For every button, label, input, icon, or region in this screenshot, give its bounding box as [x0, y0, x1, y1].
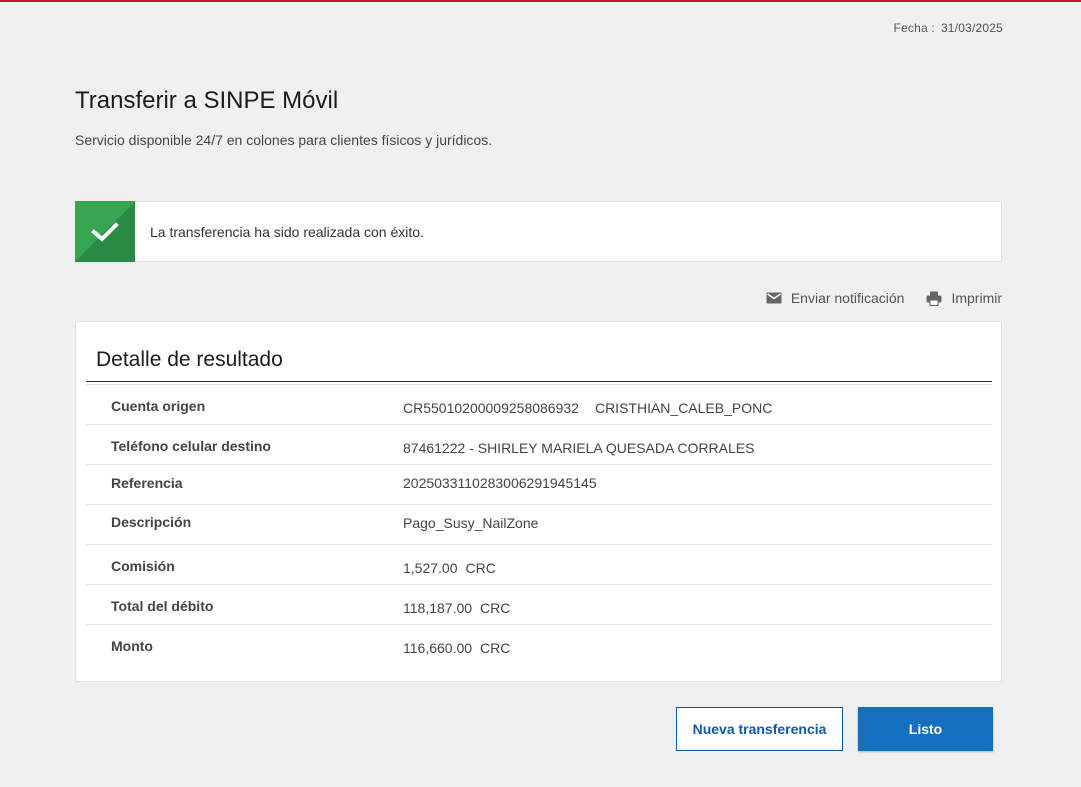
printer-icon [926, 291, 942, 306]
detail-row-total-debit: Total del débito 118,187.00 CRC [86, 585, 992, 625]
detail-divider [86, 381, 992, 382]
top-accent-bar [0, 0, 1081, 2]
row-value: 116,660.00 CRC [403, 640, 510, 656]
send-notification-button[interactable]: Enviar notificación [766, 290, 905, 306]
detail-row-reference: Referencia 2025033110283006291945145 [86, 465, 992, 505]
new-transfer-button[interactable]: Nueva transferencia [676, 707, 843, 751]
detail-row-commission: Comisión 1,527.00 CRC [86, 545, 992, 585]
mail-icon [766, 292, 782, 304]
account-holder: CRISTHIAN_CALEB_PONC [594, 400, 773, 416]
detail-title: Detalle de resultado [96, 348, 283, 371]
date-display: Fecha : 31/03/2025 [894, 21, 1003, 35]
row-value: CR55010200009258086932 CRISTHIAN_CALEB_PO… [403, 400, 772, 416]
result-detail-card: Detalle de resultado Cuenta origen CR550… [75, 321, 1002, 682]
amount-value: 1,527.00 [403, 560, 458, 576]
row-label: Monto [111, 638, 153, 654]
print-button[interactable]: Imprimir [926, 290, 1002, 306]
success-message: La transferencia ha sido realizada con é… [150, 223, 424, 240]
currency-code: CRC [465, 560, 496, 576]
row-label: Total del débito [111, 598, 214, 614]
row-label: Teléfono celular destino [111, 438, 271, 454]
detail-table: Cuenta origen CR55010200009258086932 CRIS… [86, 385, 992, 665]
page-title: Transferir a SINPE Móvil [75, 87, 339, 114]
row-label: Cuenta origen [111, 398, 206, 414]
row-value: 1,527.00 CRC [403, 560, 496, 576]
detail-row-amount: Monto 116,660.00 CRC [86, 625, 992, 665]
checkmark-icon [91, 221, 119, 242]
date-value: 31/03/2025 [940, 21, 1003, 35]
row-value: 2025033110283006291945145 [403, 475, 597, 491]
result-actions: Enviar notificación Imprimir [766, 290, 1002, 306]
success-banner: La transferencia ha sido realizada con é… [75, 201, 1002, 262]
account-number: CR55010200009258086932 [403, 400, 579, 416]
currency-code: CRC [480, 640, 511, 656]
detail-row-description: Descripción Pago_Susy_NailZone [86, 505, 992, 545]
print-label: Imprimir [951, 290, 1002, 306]
success-indicator [75, 201, 135, 262]
currency-code: CRC [480, 600, 511, 616]
detail-row-destination-phone: Teléfono celular destino 87461222 - SHIR… [86, 425, 992, 465]
row-label: Referencia [111, 475, 183, 491]
row-value: 118,187.00 CRC [403, 600, 510, 616]
row-value: 87461222 - SHIRLEY MARIELA QUESADA CORRA… [403, 440, 755, 456]
row-label: Comisión [111, 558, 175, 574]
detail-row-source-account: Cuenta origen CR55010200009258086932 CRIS… [86, 385, 992, 425]
done-button[interactable]: Listo [858, 707, 993, 751]
row-label: Descripción [111, 514, 192, 530]
date-label: Fecha : [893, 21, 935, 35]
amount-value: 118,187.00 [403, 600, 473, 616]
page-subtitle: Servicio disponible 24/7 en colones para… [75, 132, 493, 148]
send-notification-label: Enviar notificación [790, 290, 905, 306]
amount-value: 116,660.00 [403, 640, 473, 656]
row-value: Pago_Susy_NailZone [403, 515, 539, 531]
